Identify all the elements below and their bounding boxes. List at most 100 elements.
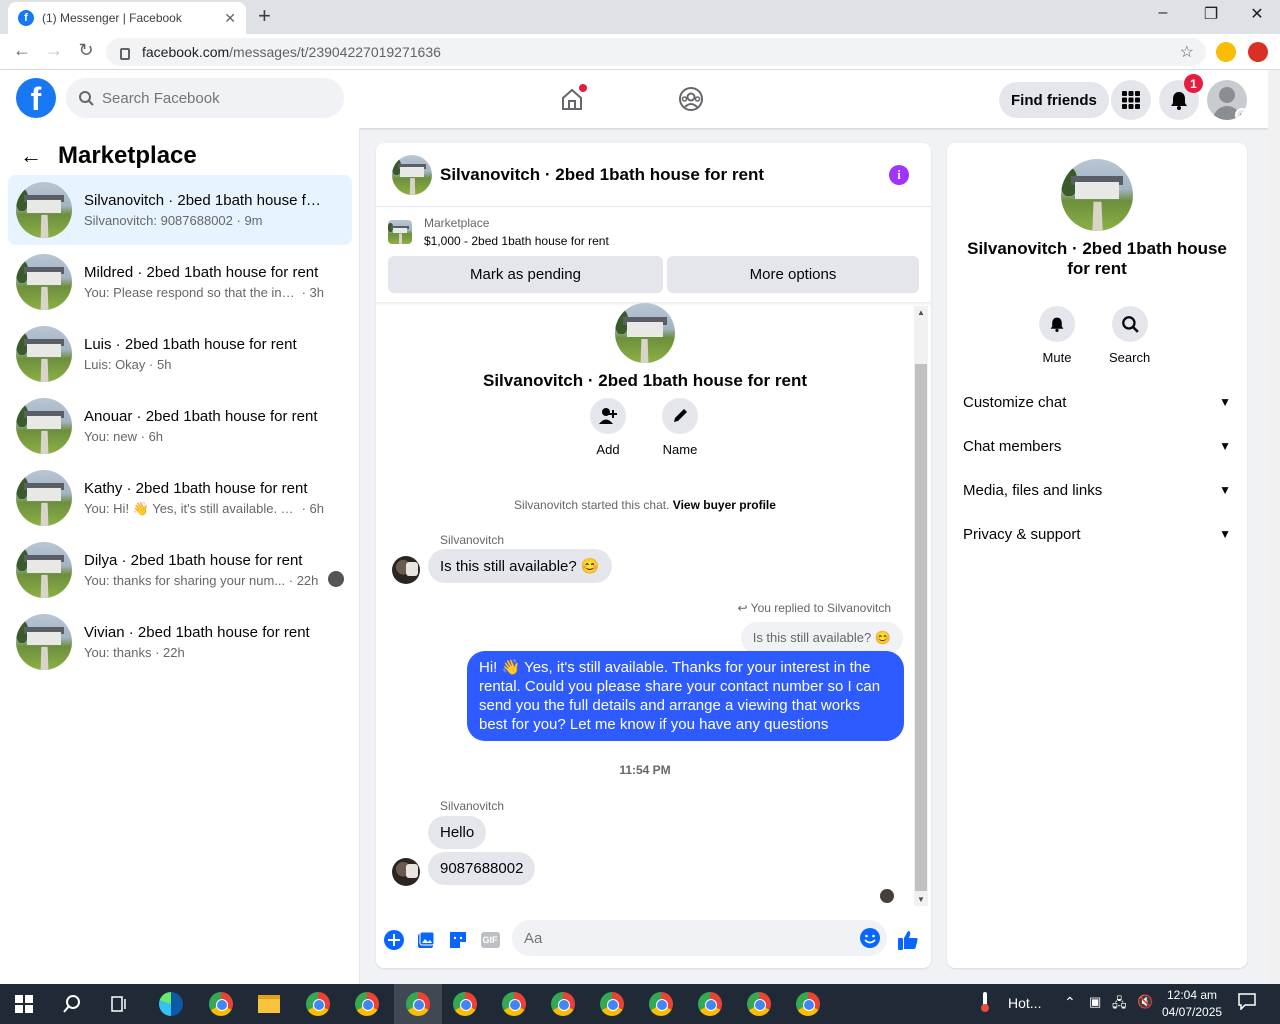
chrome-icon[interactable] [205, 988, 237, 1020]
incoming-message[interactable]: Hello [428, 816, 487, 849]
outgoing-message[interactable]: Hi! 👋 Yes, it's still available. Thanks … [467, 651, 904, 741]
scroll-thumb[interactable] [915, 364, 927, 891]
chrome-icon[interactable] [596, 988, 628, 1020]
mark-as-pending-button[interactable]: Mark as pending [388, 256, 663, 293]
edit-name-action[interactable]: Name [662, 398, 698, 457]
more-options-button[interactable]: More options [667, 256, 919, 293]
scroll-up-icon[interactable]: ▲ [917, 308, 925, 317]
address-bar-area: ← → ↻ facebook.com/messages/t/2390422701… [0, 34, 1280, 70]
chat-title[interactable]: Silvanovitch · 2bed 1bath house for rent [440, 165, 764, 185]
gif-icon[interactable]: GIF [478, 928, 502, 952]
browser-tab[interactable]: f (1) Messenger | Facebook ✕ [8, 2, 246, 34]
details-listing-photo[interactable] [1061, 159, 1133, 231]
intro-title: Silvanovitch · 2bed 1bath house for rent [483, 371, 807, 390]
url-field[interactable]: facebook.com/messages/t/2390422701927163… [106, 38, 1206, 66]
listing-thumbnail[interactable] [392, 154, 432, 195]
message-box[interactable] [512, 920, 887, 956]
notification-center-icon[interactable] [1238, 992, 1256, 1013]
pencil-icon [674, 409, 687, 422]
info-icon[interactable]: i [889, 165, 909, 185]
chrome-icon[interactable] [792, 988, 824, 1020]
chrome-icon[interactable] [743, 988, 775, 1020]
search-box[interactable] [66, 78, 344, 118]
chrome-icon[interactable] [645, 988, 677, 1020]
chrome-icon[interactable] [351, 988, 383, 1020]
home-nav[interactable] [555, 82, 589, 116]
minimize-button[interactable]: – [1140, 4, 1186, 22]
chrome-icon-active[interactable] [394, 984, 442, 1024]
chrome-icon[interactable] [547, 988, 579, 1020]
listing-small-thumbnail[interactable] [388, 220, 412, 244]
edge-icon[interactable] [155, 988, 187, 1020]
chrome-icon[interactable] [498, 988, 530, 1020]
forward-icon[interactable]: → [42, 40, 66, 61]
avatar[interactable] [392, 556, 420, 584]
chevron-down-icon: ▼ [1219, 395, 1231, 409]
thumbs-up-icon[interactable] [896, 928, 920, 952]
conversation-item[interactable]: Luis · 2bed 1bath house for rent Luis: Ok… [8, 319, 352, 389]
windows-start-icon[interactable] [8, 988, 40, 1020]
back-arrow-icon[interactable]: ← [20, 143, 42, 169]
weather-text[interactable]: Hot... [1008, 995, 1041, 1011]
conversation-time: 22h [296, 573, 319, 588]
reload-icon[interactable]: ↻ [74, 40, 98, 61]
sticker-icon[interactable] [446, 928, 470, 952]
conversation-item[interactable]: Anouar · 2bed 1bath house for rent You: n… [8, 391, 352, 461]
plus-circle-icon[interactable] [382, 928, 406, 952]
chat-scrollbar[interactable]: ▲ ▼ [914, 306, 928, 906]
menu-button[interactable] [1111, 80, 1151, 120]
privacy-support-section[interactable]: Privacy & support ▼ [955, 512, 1239, 556]
back-icon[interactable]: ← [10, 40, 34, 61]
extension-icon[interactable] [1216, 42, 1236, 62]
notifications-button[interactable]: 1 [1159, 74, 1203, 120]
conversation-item[interactable]: Dilya · 2bed 1bath house for rent You: th… [8, 535, 352, 605]
name-label: Name [662, 442, 698, 457]
extension-icon[interactable] [1248, 42, 1268, 62]
taskbar: Hot... ⌃ ▣ 🖧 🔇 12:04 am 04/07/2025 [0, 984, 1280, 1024]
close-window-button[interactable]: ✕ [1234, 4, 1280, 24]
media-files-links-section[interactable]: Media, files and links ▼ [955, 468, 1239, 512]
add-people-action[interactable]: Add [590, 398, 626, 457]
chrome-icon[interactable] [694, 988, 726, 1020]
task-view-icon[interactable] [104, 988, 136, 1020]
incoming-message[interactable]: 9087688002 [428, 852, 536, 885]
mute-action[interactable]: Mute [1039, 306, 1075, 365]
facebook-logo-icon[interactable]: f [16, 78, 56, 118]
system-clock[interactable]: 12:04 am 04/07/2025 [1162, 987, 1222, 1021]
network-icon[interactable]: 🖧 [1112, 994, 1127, 1016]
chat-members-section[interactable]: Chat members ▼ [955, 424, 1239, 468]
quoted-message[interactable]: Is this still available? 😊 [740, 622, 903, 654]
conversation-item[interactable]: Silvanovitch · 2bed 1bath house for rent… [8, 175, 352, 245]
photo-icon[interactable] [414, 928, 438, 952]
file-explorer-icon[interactable] [253, 988, 285, 1020]
bookmark-star-icon[interactable]: ☆ [1180, 42, 1194, 62]
chrome-icon[interactable] [449, 988, 481, 1020]
avatar[interactable] [392, 858, 420, 886]
search-icon[interactable] [56, 988, 88, 1020]
groups-nav[interactable] [674, 82, 708, 116]
conversation-item[interactable]: Mildred · 2bed 1bath house for rent You: … [8, 247, 352, 317]
speaker-muted-icon[interactable]: 🔇 [1137, 994, 1153, 1010]
find-friends-button[interactable]: Find friends [999, 82, 1109, 118]
chat-started-notice: Silvanovitch started this chat. View buy… [376, 498, 914, 512]
new-tab-button[interactable]: + [258, 5, 271, 27]
emoji-icon[interactable] [859, 927, 881, 952]
search-action[interactable]: Search [1109, 306, 1150, 365]
chrome-icon[interactable] [302, 988, 334, 1020]
thermometer-icon[interactable] [978, 990, 992, 1017]
close-tab-icon[interactable]: ✕ [224, 10, 236, 27]
message-input[interactable] [524, 929, 844, 947]
page-scrollbar[interactable] [1268, 70, 1280, 984]
chevron-up-icon[interactable]: ⌃ [1064, 994, 1076, 1011]
incoming-message[interactable]: Is this still available? 😊 [428, 549, 612, 583]
listing-price-title[interactable]: $1,000 - 2bed 1bath house for rent [424, 234, 609, 248]
restore-button[interactable]: ❐ [1188, 4, 1234, 24]
meet-now-icon[interactable]: ▣ [1089, 994, 1101, 1010]
customize-chat-section[interactable]: Customize chat ▼ [955, 380, 1239, 424]
view-buyer-profile-link[interactable]: View buyer profile [673, 498, 776, 512]
scroll-down-icon[interactable]: ▼ [917, 895, 925, 904]
conversation-item[interactable]: Kathy · 2bed 1bath house for rent You: Hi… [8, 463, 352, 533]
search-input[interactable] [102, 89, 322, 107]
conversation-item[interactable]: Vivian · 2bed 1bath house for rent You: t… [8, 607, 352, 677]
account-avatar[interactable]: ▾ [1207, 80, 1247, 120]
